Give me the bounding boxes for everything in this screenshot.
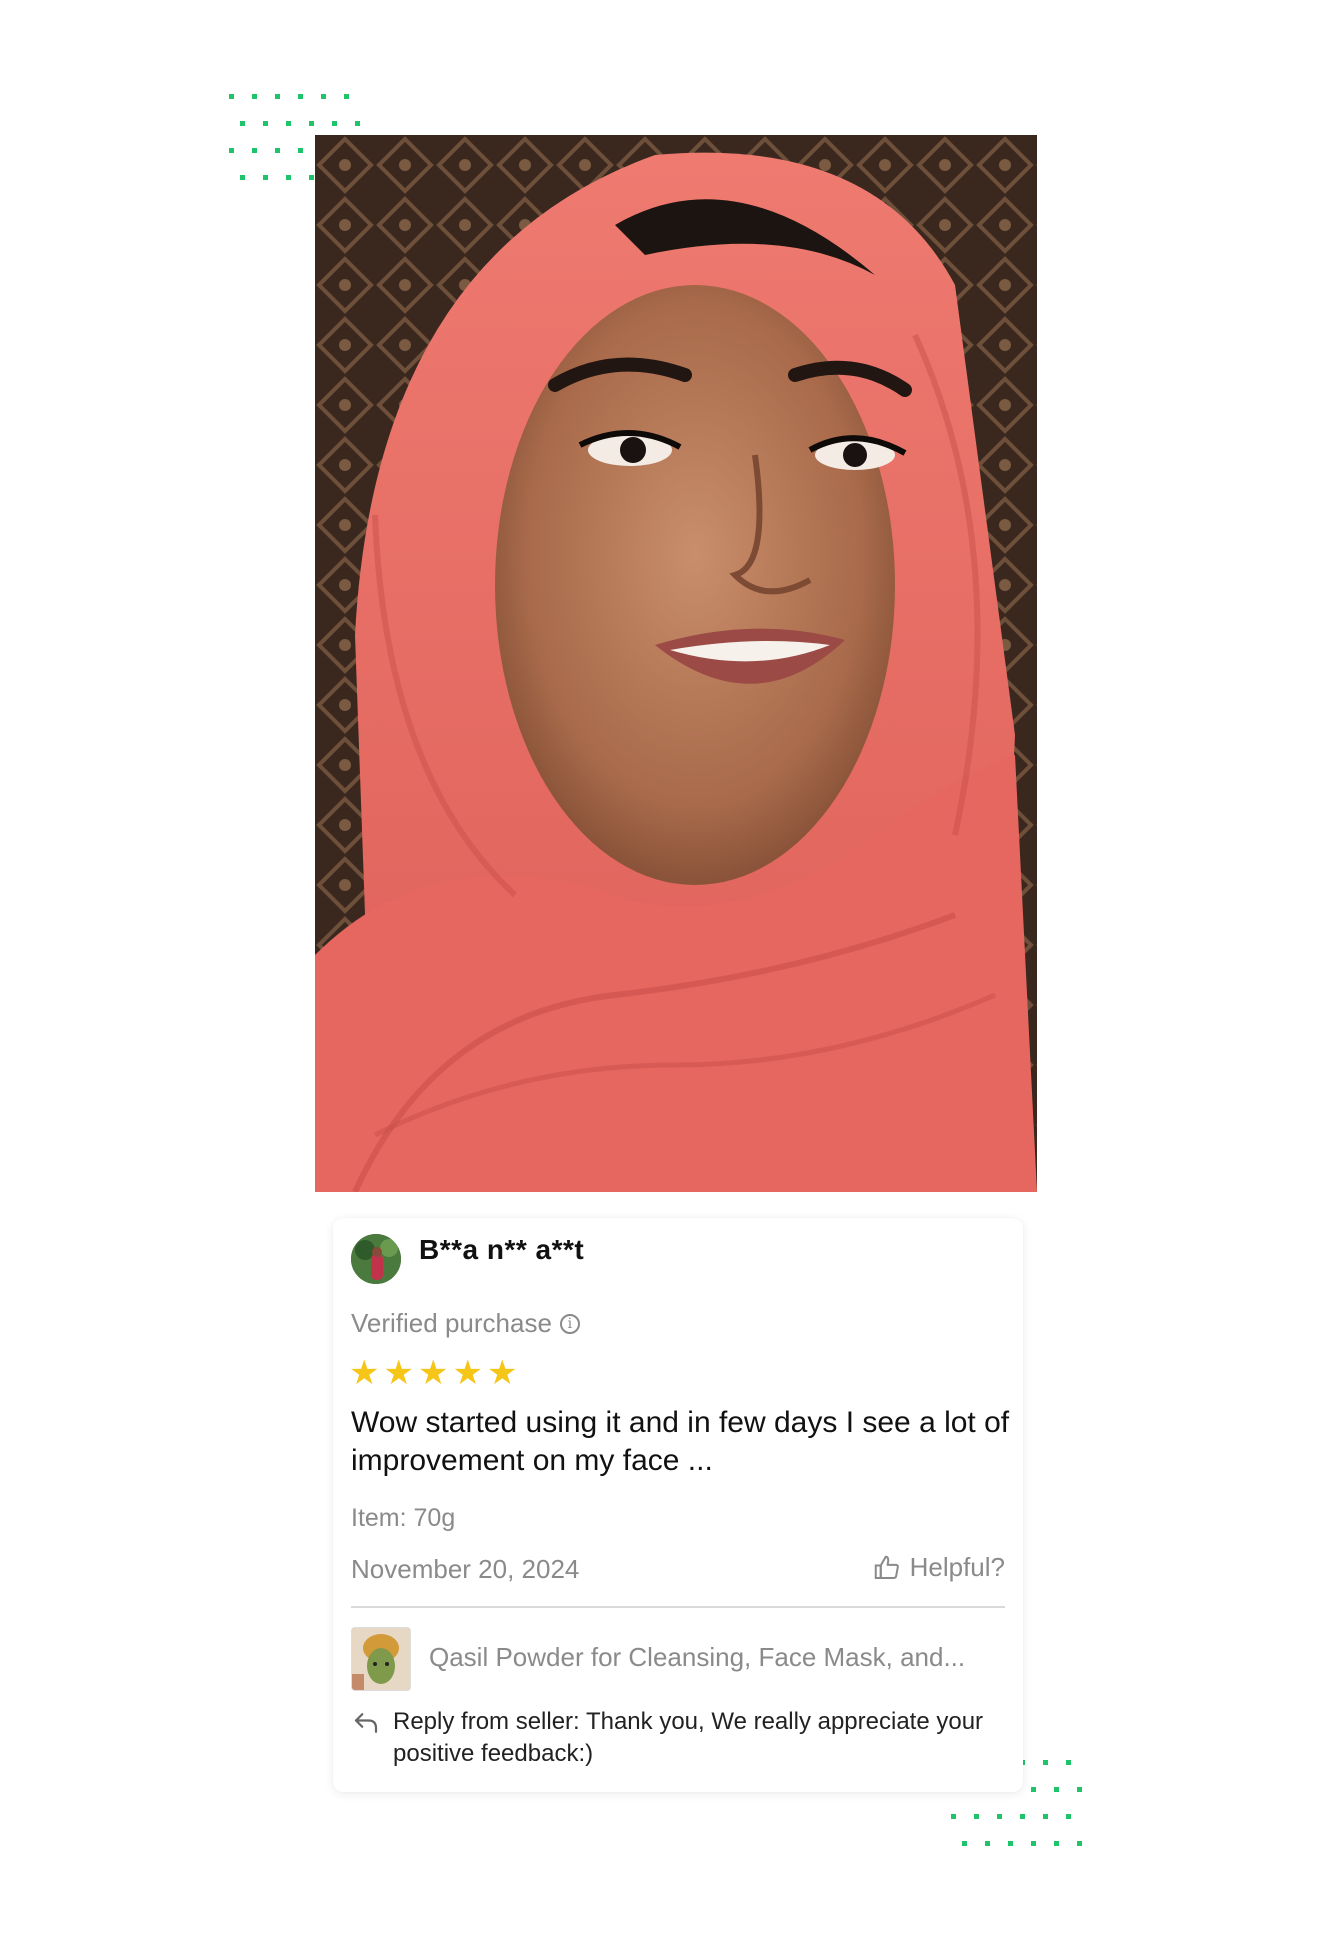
decorative-dot — [1031, 1787, 1036, 1792]
decorative-dot — [286, 175, 291, 180]
star-icon: ★ — [452, 1354, 483, 1392]
decorative-dot — [263, 121, 268, 126]
decorative-dot — [1077, 1841, 1082, 1846]
star-icon: ★ — [486, 1354, 518, 1392]
verified-purchase-label: Verified purchase — [351, 1308, 552, 1338]
decorative-dot — [321, 94, 326, 99]
reviewer-name[interactable]: B**a n** a**t — [419, 1234, 584, 1266]
decorative-dot — [332, 121, 337, 126]
decorative-dot — [240, 121, 245, 126]
decorative-dot — [240, 175, 245, 180]
decorative-dot — [985, 1841, 990, 1846]
decorative-dot — [962, 1841, 967, 1846]
decorative-dot — [298, 148, 303, 153]
decorative-dot — [298, 94, 303, 99]
decorative-dot — [252, 148, 257, 153]
decorative-dot — [1043, 1760, 1048, 1765]
decorative-dot — [229, 148, 234, 153]
decorative-dot — [1043, 1814, 1048, 1819]
decorative-dot — [1077, 1787, 1082, 1792]
decorative-dot — [1020, 1814, 1025, 1819]
seller-reply: Reply from seller: Thank you, We really … — [393, 1708, 984, 1767]
avatar[interactable] — [351, 1234, 401, 1284]
decorative-dot — [229, 94, 234, 99]
thumbs-up-icon — [874, 1555, 899, 1579]
review-text[interactable]: Wow started using it and in few days I s… — [351, 1404, 1011, 1480]
star-rating: ★ ★ ★ ★ ★ — [349, 1356, 517, 1390]
product-thumbnail[interactable] — [351, 1627, 411, 1691]
decorative-dot — [263, 175, 268, 180]
review-card: B**a n** a**t Verified purchase i ★ ★ ★ … — [333, 1218, 1023, 1792]
decorative-dot — [252, 94, 257, 99]
reply-arrow-icon — [354, 1713, 378, 1733]
divider — [351, 1606, 1005, 1608]
review-photo — [315, 135, 1037, 1192]
decorative-dot — [1054, 1787, 1059, 1792]
product-image — [352, 1628, 410, 1690]
decorative-dot — [355, 121, 360, 126]
star-icon: ★ — [383, 1354, 414, 1392]
decorative-dot — [951, 1814, 956, 1819]
decorative-dot — [974, 1814, 979, 1819]
decorative-dot — [1008, 1841, 1013, 1846]
star-icon: ★ — [349, 1354, 380, 1392]
decorative-dot — [997, 1814, 1002, 1819]
decorative-dot — [286, 121, 291, 126]
verified-purchase: Verified purchase i — [351, 1308, 580, 1339]
item-variant: Item: 70g — [351, 1504, 456, 1532]
decorative-dot — [275, 148, 280, 153]
helpful-button[interactable]: Helpful? — [872, 1552, 1005, 1583]
decorative-dot — [309, 121, 314, 126]
review-date: November 20, 2024 — [351, 1554, 580, 1584]
product-name[interactable]: Qasil Powder for Cleansing, Face Mask, a… — [429, 1642, 965, 1673]
star-icon: ★ — [417, 1354, 449, 1392]
woman-portrait-illustration — [315, 135, 1037, 1192]
decorative-dot — [309, 175, 314, 180]
avatar-image — [351, 1234, 401, 1284]
decorative-dot — [1054, 1841, 1059, 1846]
decorative-dot — [1066, 1814, 1071, 1819]
info-icon[interactable]: i — [559, 1313, 580, 1334]
decorative-dot — [275, 94, 280, 99]
helpful-label: Helpful? — [909, 1552, 1005, 1582]
decorative-dot — [344, 94, 349, 99]
decorative-dot — [1031, 1841, 1036, 1846]
decorative-dot — [1066, 1760, 1071, 1765]
